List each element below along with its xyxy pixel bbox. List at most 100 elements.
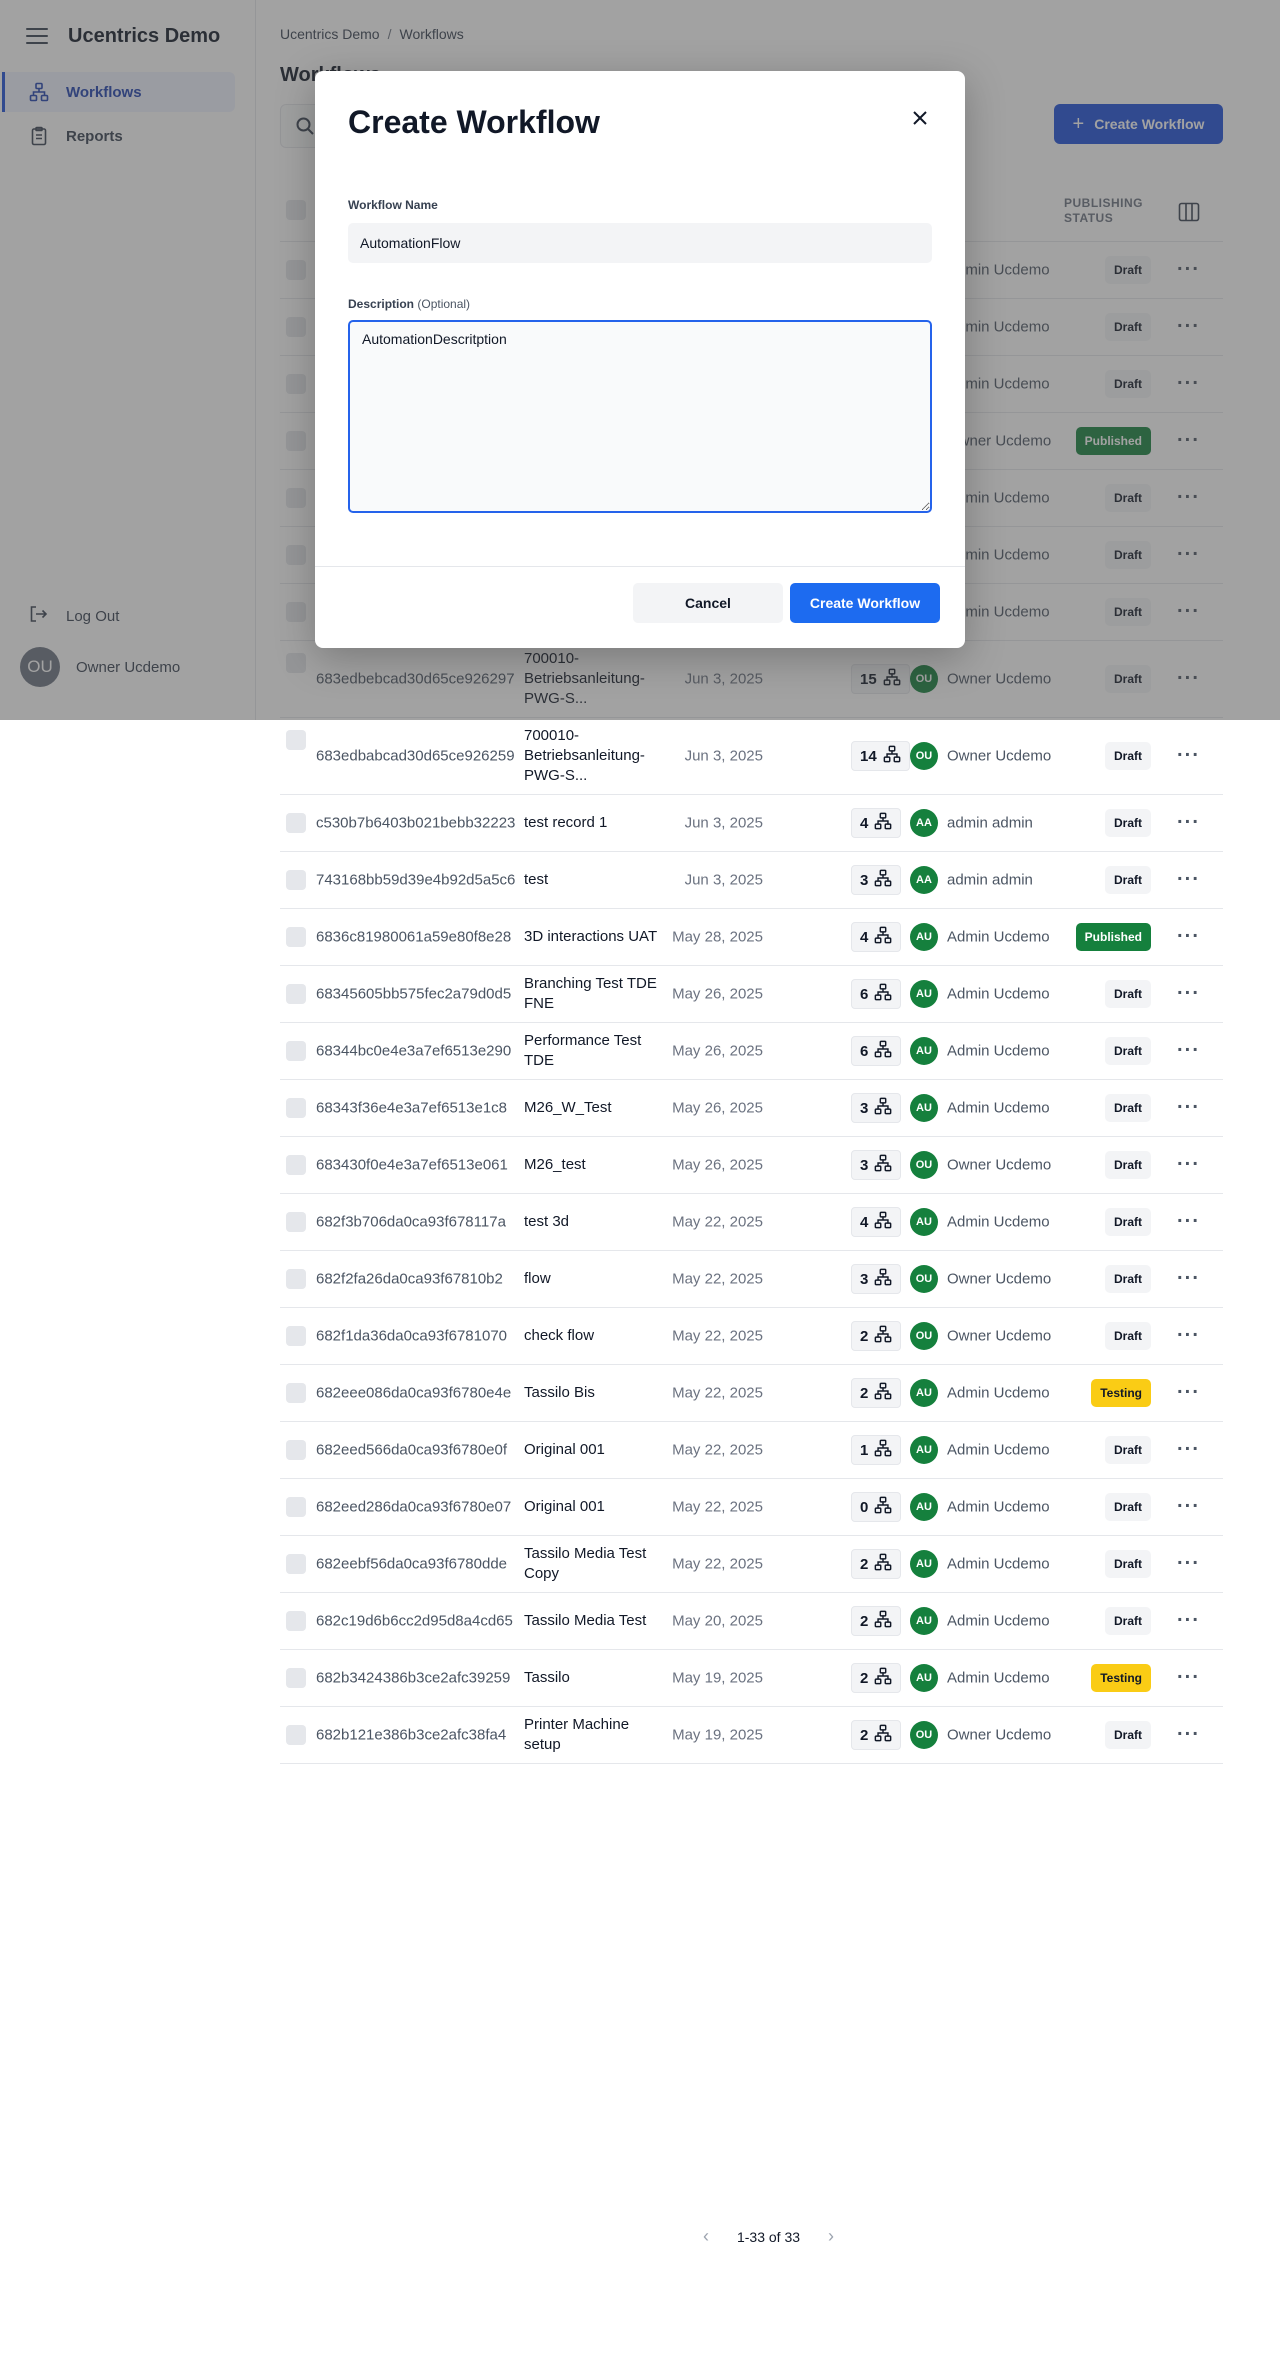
more-options-icon[interactable]: ··· <box>1177 1154 1200 1177</box>
close-icon[interactable] <box>911 109 929 127</box>
row-checkbox[interactable] <box>286 870 306 890</box>
workflow-name[interactable]: test <box>524 870 664 890</box>
more-options-icon[interactable]: ··· <box>1177 1268 1200 1291</box>
table-row[interactable]: 683edbabcad30d65ce926259 700010-Betriebsa… <box>280 718 1223 795</box>
owner-name: Admin Ucdemo <box>947 1612 1050 1630</box>
table-row[interactable]: 682eebf56da0ca93f6780dde Tassilo Media Te… <box>280 1536 1223 1593</box>
workflow-id[interactable]: 682eee086da0ca93f6780e4e <box>316 1385 511 1402</box>
workflow-id[interactable]: 682c19d6b6cc2d95d8a4cd65 <box>316 1613 513 1630</box>
table-row[interactable]: 682b3424386b3ce2afc39259 Tassilo May 19, 2… <box>280 1650 1223 1707</box>
workflow-id[interactable]: 683edbabcad30d65ce926259 <box>316 748 515 765</box>
table-row[interactable]: 682b121e386b3ce2afc38fa4 Printer Machine … <box>280 1707 1223 1764</box>
workflow-name[interactable]: Original 001 <box>524 1440 664 1460</box>
more-options-icon[interactable]: ··· <box>1177 1211 1200 1234</box>
table-row[interactable]: 682c19d6b6cc2d95d8a4cd65 Tassilo Media Te… <box>280 1593 1223 1650</box>
workflow-name[interactable]: check flow <box>524 1326 664 1346</box>
workflow-name[interactable]: M26_test <box>524 1155 664 1175</box>
more-options-icon[interactable]: ··· <box>1177 926 1200 949</box>
workflow-icon <box>874 1097 892 1119</box>
row-checkbox[interactable] <box>286 1269 306 1289</box>
row-checkbox[interactable] <box>286 1497 306 1517</box>
more-options-icon[interactable]: ··· <box>1177 1610 1200 1633</box>
row-checkbox[interactable] <box>286 1098 306 1118</box>
more-options-icon[interactable]: ··· <box>1177 1040 1200 1063</box>
table-row[interactable]: 682eed286da0ca93f6780e07 Original 001 May … <box>280 1479 1223 1536</box>
row-checkbox[interactable] <box>286 1383 306 1403</box>
workflow-id[interactable]: 682b121e386b3ce2afc38fa4 <box>316 1727 506 1744</box>
workflow-id[interactable]: 682eed286da0ca93f6780e07 <box>316 1499 511 1516</box>
more-options-icon[interactable]: ··· <box>1177 983 1200 1006</box>
table-row[interactable]: 682eee086da0ca93f6780e4e Tassilo Bis May 2… <box>280 1365 1223 1422</box>
workflow-name[interactable]: Tassilo Media Test <box>524 1611 664 1631</box>
workflow-id[interactable]: 682eebf56da0ca93f6780dde <box>316 1556 507 1573</box>
more-options-icon[interactable]: ··· <box>1177 1382 1200 1405</box>
prev-page-icon[interactable]: ‹ <box>703 2226 709 2247</box>
table-row[interactable]: 682eed566da0ca93f6780e0f Original 001 May … <box>280 1422 1223 1479</box>
workflow-name[interactable]: Tassilo <box>524 1668 664 1688</box>
workflow-name[interactable]: 700010-Betriebsanleitung-PWG-S... <box>524 726 664 786</box>
workflow-name[interactable]: Printer Machine setup <box>524 1715 664 1755</box>
table-row[interactable]: 682f1da36da0ca93f6781070 check flow May 22… <box>280 1308 1223 1365</box>
row-checkbox[interactable] <box>286 1326 306 1346</box>
table-row[interactable]: 683430f0e4e3a7ef6513e061 M26_test May 26, … <box>280 1137 1223 1194</box>
table-row[interactable]: 743168bb59d39e4b92d5a5c6 test Jun 3, 2025 3… <box>280 852 1223 909</box>
row-checkbox[interactable] <box>286 1668 306 1688</box>
row-checkbox[interactable] <box>286 984 306 1004</box>
workflow-id[interactable]: 743168bb59d39e4b92d5a5c6 <box>316 872 515 889</box>
workflow-id[interactable]: 682b3424386b3ce2afc39259 <box>316 1670 510 1687</box>
workflow-id[interactable]: c530b7b6403b021bebb32223 <box>316 815 515 832</box>
next-page-icon[interactable]: › <box>828 2226 834 2247</box>
more-options-icon[interactable]: ··· <box>1177 1667 1200 1690</box>
more-options-icon[interactable]: ··· <box>1177 1724 1200 1747</box>
cancel-button[interactable]: Cancel <box>633 583 783 623</box>
row-checkbox[interactable] <box>286 1554 306 1574</box>
table-row[interactable]: 6836c81980061a59e80f8e28 3D interactions … <box>280 909 1223 966</box>
workflow-id[interactable]: 682eed566da0ca93f6780e0f <box>316 1442 507 1459</box>
workflow-id[interactable]: 68345605bb575fec2a79d0d5 <box>316 986 511 1003</box>
workflow-name[interactable]: Tassilo Media Test Copy <box>524 1544 664 1584</box>
row-checkbox[interactable] <box>286 927 306 947</box>
more-options-icon[interactable]: ··· <box>1177 869 1200 892</box>
table-row[interactable]: 68344bc0e4e3a7ef6513e290 Performance Test… <box>280 1023 1223 1080</box>
more-options-icon[interactable]: ··· <box>1177 1325 1200 1348</box>
workflow-id[interactable]: 6836c81980061a59e80f8e28 <box>316 929 511 946</box>
workflow-name[interactable]: Original 001 <box>524 1497 664 1517</box>
workflow-name[interactable]: Branching Test TDE FNE <box>524 974 664 1014</box>
create-workflow-submit-button[interactable]: Create Workflow <box>790 583 940 623</box>
workflow-name[interactable]: flow <box>524 1269 664 1289</box>
more-options-icon[interactable]: ··· <box>1177 812 1200 835</box>
row-checkbox[interactable] <box>286 1725 306 1745</box>
workflow-name[interactable]: M26_W_Test <box>524 1098 664 1118</box>
row-checkbox[interactable] <box>286 813 306 833</box>
table-row[interactable]: 68345605bb575fec2a79d0d5 Branching Test T… <box>280 966 1223 1023</box>
row-checkbox[interactable] <box>286 1155 306 1175</box>
row-checkbox[interactable] <box>286 1611 306 1631</box>
workflow-name-field[interactable] <box>348 223 932 263</box>
table-row[interactable]: c530b7b6403b021bebb32223 test record 1 Jun… <box>280 795 1223 852</box>
more-options-icon[interactable]: ··· <box>1177 1496 1200 1519</box>
workflow-id[interactable]: 682f3b706da0ca93f678117a <box>316 1214 506 1231</box>
row-checkbox[interactable] <box>286 1212 306 1232</box>
workflow-id[interactable]: 683430f0e4e3a7ef6513e061 <box>316 1157 508 1174</box>
table-row[interactable]: 682f3b706da0ca93f678117a test 3d May 22, 2… <box>280 1194 1223 1251</box>
workflow-id[interactable]: 68344bc0e4e3a7ef6513e290 <box>316 1043 511 1060</box>
description-field[interactable]: AutomationDescritption <box>348 320 932 513</box>
workflow-id[interactable]: 682f2fa26da0ca93f67810b2 <box>316 1271 503 1288</box>
workflow-name[interactable]: test 3d <box>524 1212 664 1232</box>
more-options-icon[interactable]: ··· <box>1177 745 1200 768</box>
workflow-name[interactable]: Tassilo Bis <box>524 1383 664 1403</box>
more-options-icon[interactable]: ··· <box>1177 1553 1200 1576</box>
workflow-id[interactable]: 682f1da36da0ca93f6781070 <box>316 1328 507 1345</box>
workflow-name[interactable]: Performance Test TDE <box>524 1031 664 1071</box>
more-options-icon[interactable]: ··· <box>1177 1097 1200 1120</box>
workflow-name[interactable]: test record 1 <box>524 813 664 833</box>
row-checkbox[interactable] <box>286 730 306 750</box>
workflow-name[interactable]: 3D interactions UAT <box>524 927 664 947</box>
table-row[interactable]: 68343f36e4e3a7ef6513e1c8 M26_W_Test May 26… <box>280 1080 1223 1137</box>
more-options-icon[interactable]: ··· <box>1177 1439 1200 1462</box>
row-checkbox[interactable] <box>286 1440 306 1460</box>
table-row[interactable]: 682f2fa26da0ca93f67810b2 flow May 22, 2025… <box>280 1251 1223 1308</box>
avatar: AU <box>910 980 938 1008</box>
row-checkbox[interactable] <box>286 1041 306 1061</box>
workflow-id[interactable]: 68343f36e4e3a7ef6513e1c8 <box>316 1100 507 1117</box>
